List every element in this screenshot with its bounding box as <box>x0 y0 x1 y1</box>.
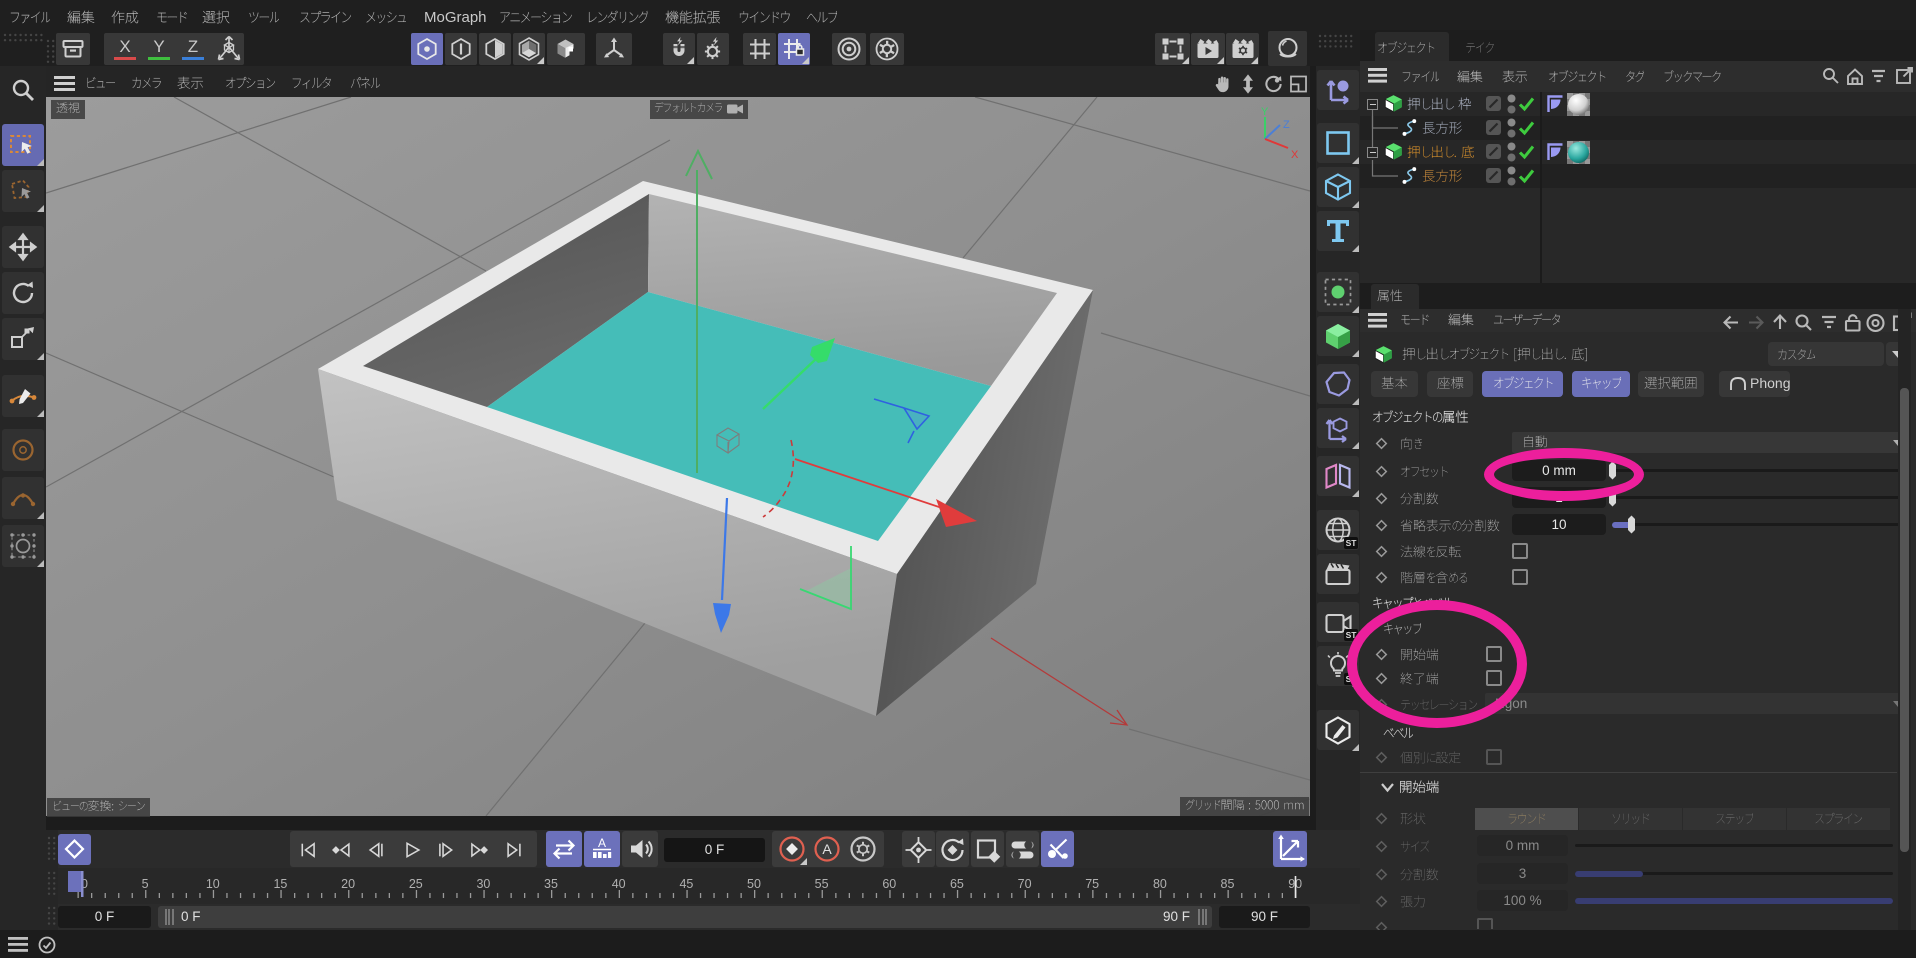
svg-text:15: 15 <box>273 877 287 891</box>
svg-text:X: X <box>1291 149 1299 161</box>
svg-text:10: 10 <box>206 877 220 891</box>
svg-text:50: 50 <box>747 877 761 891</box>
svg-text:A: A <box>822 841 832 857</box>
svg-text:Y: Y <box>153 37 164 56</box>
svg-text:5: 5 <box>142 877 149 891</box>
svg-text:X: X <box>119 37 130 56</box>
svg-text:40: 40 <box>612 877 626 891</box>
svg-text:20: 20 <box>341 877 355 891</box>
svg-text:80: 80 <box>1153 877 1167 891</box>
svg-text:A: A <box>598 836 606 850</box>
svg-text:75: 75 <box>1085 877 1099 891</box>
svg-text:Z: Z <box>1283 119 1290 131</box>
svg-text:60: 60 <box>882 877 896 891</box>
svg-text:45: 45 <box>679 877 693 891</box>
svg-text:65: 65 <box>950 877 964 891</box>
svg-text:25: 25 <box>409 877 423 891</box>
svg-text:30: 30 <box>476 877 490 891</box>
svg-text:Y: Y <box>1261 106 1269 118</box>
svg-text:Z: Z <box>188 37 198 56</box>
svg-text:85: 85 <box>1221 877 1235 891</box>
svg-text:35: 35 <box>544 877 558 891</box>
svg-text:70: 70 <box>1018 877 1032 891</box>
svg-text:55: 55 <box>815 877 829 891</box>
